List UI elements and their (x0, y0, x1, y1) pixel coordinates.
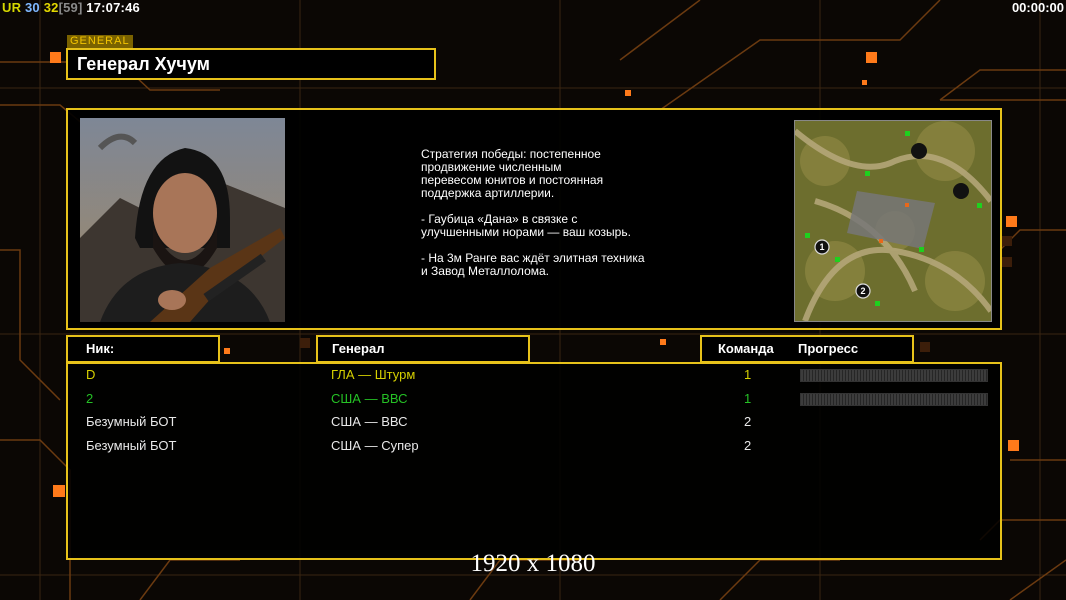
player-progress-bar (800, 393, 988, 406)
player-row[interactable]: Безумный БОТ США — ВВС 2 (68, 411, 1000, 433)
player-row[interactable]: 2 США — ВВС 1 (68, 388, 1000, 410)
column-header-team-progress: Команда Прогресс (700, 335, 914, 363)
start-marker: 1 (819, 242, 824, 252)
general-name: Генерал Хучум (77, 54, 210, 74)
general-description: Стратегия победы: постепенное продвижени… (421, 148, 681, 291)
description-paragraph: - Гаубица «Дана» в связке с улучшенными … (421, 212, 631, 239)
hud-value-3: [59] (58, 0, 83, 15)
player-team: 1 (744, 367, 752, 382)
column-label: Генерал (332, 341, 385, 356)
general-title-box: Генерал Хучум (66, 48, 436, 80)
general-tag: GENERAL (67, 35, 133, 48)
player-nick: Безумный БОТ (86, 438, 177, 453)
player-general: США — ВВС (331, 414, 408, 429)
column-label: Ник: (86, 341, 115, 356)
player-general: США — ВВС (331, 391, 408, 406)
player-team: 1 (744, 391, 752, 406)
hud-value-2: 32 (43, 0, 59, 15)
description-paragraph: - На 3м Ранге вас ждёт элитная техника и… (421, 251, 645, 278)
player-nick: 2 (86, 391, 94, 406)
resolution-label: 1920 x 1080 (470, 550, 596, 577)
player-list: D ГЛА — Штурм 1 2 США — ВВС 1 Безумный Б… (66, 362, 1002, 560)
start-marker: 2 (860, 286, 865, 296)
player-team: 2 (744, 414, 752, 429)
column-label-progress: Прогресс (798, 341, 859, 356)
map-preview: 1 2 (794, 120, 992, 322)
hud-ur-label: UR (2, 0, 22, 15)
player-nick: D (86, 367, 96, 382)
hud-value-1: 30 (25, 0, 40, 15)
player-general: ГЛА — Штурм (331, 367, 416, 382)
hud-timer: 00:00:00 (1011, 0, 1064, 15)
player-nick: Безумный БОТ (86, 414, 177, 429)
player-general: США — Супер (331, 438, 419, 453)
player-row[interactable]: D ГЛА — Штурм 1 (68, 364, 1000, 386)
player-progress-bar (800, 369, 988, 382)
player-row[interactable]: Безумный БОТ США — Супер 2 (68, 435, 1000, 457)
general-info-panel: Стратегия победы: постепенное продвижени… (66, 108, 1002, 330)
column-header-nick: Ник: (66, 335, 220, 363)
column-header-general: Генерал (316, 335, 530, 363)
column-label-team: Команда (718, 341, 774, 356)
description-paragraph: Стратегия победы: постепенное продвижени… (421, 147, 604, 200)
general-portrait (80, 118, 285, 322)
hud-stats: UR 30 32[59] 17:07:46 (2, 0, 140, 15)
player-team: 2 (744, 438, 752, 453)
map-preview-image: 1 2 (795, 121, 991, 321)
portrait-image (80, 118, 285, 322)
hud-clock: 17:07:46 (86, 0, 140, 15)
